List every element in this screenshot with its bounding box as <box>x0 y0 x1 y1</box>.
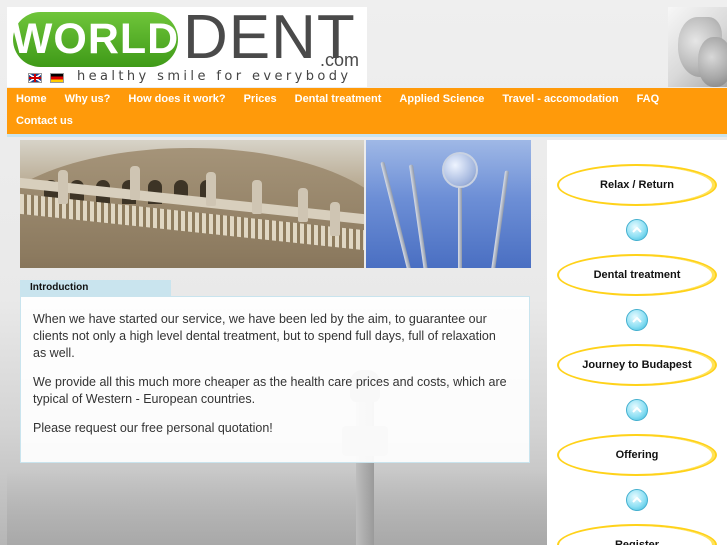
arrow-up-icon <box>626 309 648 331</box>
statue <box>330 202 340 236</box>
nav-applied-science[interactable]: Applied Science <box>399 93 484 105</box>
dental-tool <box>408 164 432 268</box>
dental-mirror-handle <box>458 186 462 268</box>
header: WORLD DENT .com healthy smile for everyb… <box>0 0 727 88</box>
smiling-people-photo <box>668 7 727 87</box>
statue <box>298 188 308 222</box>
dental-mirror <box>442 152 478 188</box>
dental-tool <box>486 170 510 268</box>
header-banner <box>20 140 531 268</box>
uk-flag-icon[interactable] <box>28 73 42 83</box>
arrow-up-icon <box>626 399 648 421</box>
intro-paragraph: We provide all this much more cheaper as… <box>33 375 507 406</box>
nav-why-us[interactable]: Why us? <box>65 93 111 105</box>
intro-paragraph: Please request our free personal quotati… <box>33 421 273 435</box>
statue <box>252 180 262 214</box>
tagline: healthy smile for everybody <box>77 69 352 84</box>
nav-divider <box>7 134 727 137</box>
site-logo[interactable]: WORLD DENT .com healthy smile for everyb… <box>7 5 367 87</box>
face-image <box>698 37 727 87</box>
arrow-up-icon <box>626 489 648 511</box>
introduction-tab: Introduction <box>20 280 171 297</box>
nav-dental-treatment[interactable]: Dental treatment <box>295 93 382 105</box>
intro-paragraph: When we have started our service, we hav… <box>33 312 496 360</box>
statue <box>130 166 140 200</box>
logo-world-badge: WORLD <box>12 12 178 67</box>
logo-dotcom-text: .com <box>320 50 360 70</box>
relax-return-button[interactable]: Relax / Return <box>557 164 717 206</box>
statue <box>206 172 216 206</box>
dental-tools-photo <box>366 140 531 268</box>
journey-to-budapest-button[interactable]: Journey to Budapest <box>557 344 717 386</box>
german-flag-icon[interactable] <box>50 73 64 83</box>
nav-contact-us[interactable]: Contact us <box>16 115 73 127</box>
main-navigation: Home Why us? How does it work? Prices De… <box>7 88 727 134</box>
introduction-box: When we have started our service, we hav… <box>20 296 530 463</box>
offering-button[interactable]: Offering <box>557 434 717 476</box>
nav-prices[interactable]: Prices <box>244 93 277 105</box>
statue <box>58 170 68 204</box>
nav-travel-accomodation[interactable]: Travel - accomodation <box>502 93 618 105</box>
nav-faq[interactable]: FAQ <box>637 93 660 105</box>
arrow-up-icon <box>626 219 648 241</box>
nav-how-does-it-work[interactable]: How does it work? <box>128 93 225 105</box>
dental-treatment-button[interactable]: Dental treatment <box>557 254 717 296</box>
nav-home[interactable]: Home <box>16 93 47 105</box>
building-photo <box>20 140 364 268</box>
sidebar: Relax / Return Dental treatment Journey … <box>547 140 727 545</box>
register-button[interactable]: Register <box>557 524 717 545</box>
city-skyline-background <box>7 470 547 545</box>
